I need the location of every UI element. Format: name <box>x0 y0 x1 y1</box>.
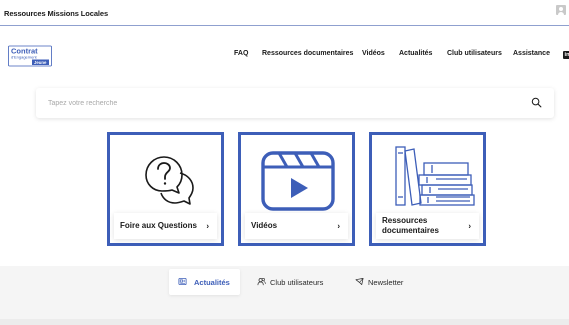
nav-videos[interactable]: Vidéos <box>362 50 385 57</box>
card-ressources-documentaires[interactable]: Ressources documentaires › <box>369 132 486 246</box>
nav-club-utilisateurs[interactable]: Club utilisateurs <box>447 50 502 57</box>
search-bar <box>36 88 554 118</box>
nav-actualites[interactable]: Actualités <box>399 50 432 57</box>
card-foire-aux-questions[interactable]: Foire aux Questions › <box>107 132 224 246</box>
card-label-box: Vidéos › <box>245 213 348 239</box>
tab-label: Club utilisateurs <box>270 277 324 287</box>
linkedin-icon[interactable]: in <box>563 51 569 59</box>
search-input[interactable] <box>36 88 516 118</box>
chevron-right-icon: › <box>468 221 471 231</box>
card-label: Vidéos <box>251 221 278 230</box>
top-bar: Ressources Missions Locales <box>0 0 569 26</box>
card-label: Ressources documentaires <box>382 216 439 236</box>
nav-faq[interactable]: FAQ <box>234 50 248 57</box>
card-label: Foire aux Questions <box>120 221 197 230</box>
video-play-icon <box>261 151 335 211</box>
tab-newsletter[interactable]: Newsletter <box>355 269 415 295</box>
users-icon <box>257 277 266 286</box>
main-nav: FAQ Ressources documentaires Vidéos Actu… <box>0 50 569 62</box>
news-icon <box>178 277 187 286</box>
tab-label: Actualités <box>194 277 230 287</box>
card-label-box: Foire aux Questions › <box>114 213 217 239</box>
card-label-line2: documentaires <box>382 226 439 235</box>
question-bubbles-icon <box>145 156 194 205</box>
chevron-right-icon: › <box>337 221 340 231</box>
nav-ressources-documentaires[interactable]: Ressources documentaires <box>262 50 353 57</box>
card-label-box: Ressources documentaires › <box>376 213 479 239</box>
chevron-right-icon: › <box>206 221 209 231</box>
search-icon[interactable] <box>531 97 542 108</box>
card-videos[interactable]: Vidéos › <box>238 132 355 246</box>
card-label-line1: Ressources <box>382 216 428 225</box>
tab-club-utilisateurs[interactable]: Club utilisateurs <box>257 269 337 295</box>
site-title: Ressources Missions Locales <box>4 9 109 18</box>
mail-icon <box>355 277 364 286</box>
books-icon <box>395 146 475 206</box>
footer-divider <box>0 319 569 325</box>
user-account-icon[interactable] <box>556 5 566 15</box>
tab-label: Newsletter <box>368 277 404 287</box>
nav-assistance[interactable]: Assistance <box>513 50 550 57</box>
tab-actualites[interactable]: Actualités <box>169 269 240 295</box>
